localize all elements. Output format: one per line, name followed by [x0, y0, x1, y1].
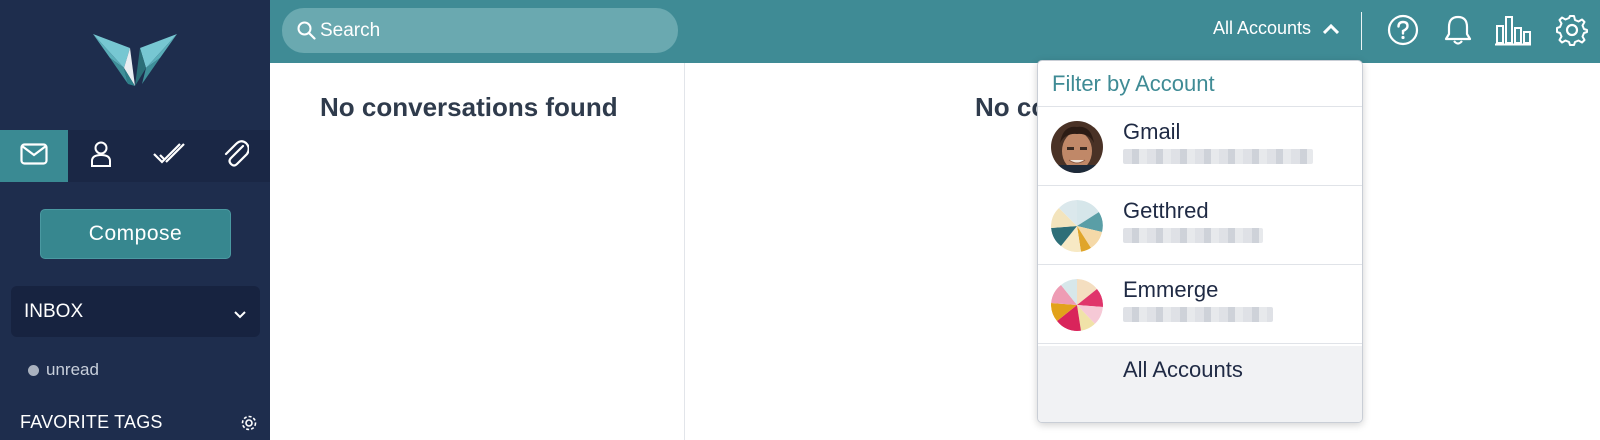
- avatar: [1051, 200, 1103, 252]
- butterfly-logo-icon: [90, 28, 180, 92]
- dropdown-title: Filter by Account: [1038, 61, 1362, 107]
- account-filter-label: All Accounts: [1213, 18, 1312, 38]
- checkmark-icon: [152, 142, 186, 171]
- conversation-list-pane: No conversations found: [270, 63, 685, 440]
- bell-icon: [1443, 14, 1473, 51]
- help-icon: [1387, 14, 1419, 51]
- nav-tasks[interactable]: [135, 130, 203, 182]
- settings-button[interactable]: [1555, 14, 1589, 51]
- empty-state-title: No conversations found: [320, 92, 618, 122]
- compose-button[interactable]: Compose: [40, 209, 231, 259]
- account-filter-dropdown: Filter by Account Gmail Getthred Emmerge…: [1037, 60, 1363, 423]
- person-icon: [90, 141, 112, 172]
- account-name: Gmail: [1123, 119, 1181, 144]
- account-email-redacted: [1123, 149, 1313, 164]
- account-email-redacted: [1123, 307, 1273, 322]
- all-accounts-label: All Accounts: [1123, 357, 1243, 382]
- account-name: Emmerge: [1123, 277, 1219, 302]
- avatar: [1051, 121, 1103, 173]
- favorite-tags-heading: FAVORITE TAGS: [20, 412, 163, 432]
- top-bar: Search All Accounts: [270, 0, 1600, 63]
- search-input[interactable]: Search: [282, 8, 678, 53]
- account-name: Getthred: [1123, 198, 1209, 223]
- app-window: Compose INBOX unread FAVORITE TAGS Searc…: [0, 0, 1600, 440]
- account-filter-toggle[interactable]: All Accounts: [1213, 18, 1340, 39]
- topbar-divider: [1361, 12, 1362, 50]
- account-email-redacted: [1123, 228, 1263, 243]
- analytics-icon: [1494, 14, 1532, 51]
- tag-unread[interactable]: unread: [28, 360, 99, 380]
- nav-contacts[interactable]: [68, 130, 136, 182]
- sidebar: Compose INBOX unread FAVORITE TAGS: [0, 0, 270, 440]
- account-option-all[interactable]: All Accounts: [1038, 346, 1362, 422]
- favorite-tags-gear-icon[interactable]: [240, 414, 258, 437]
- chevron-up-icon: [1323, 18, 1340, 39]
- folder-label: INBOX: [24, 300, 84, 322]
- nav-attachments[interactable]: [203, 130, 271, 182]
- folder-selector[interactable]: INBOX: [11, 286, 260, 337]
- avatar: [1051, 279, 1103, 331]
- analytics-button[interactable]: [1494, 14, 1532, 51]
- paperclip-icon: [223, 139, 251, 173]
- tag-dot-icon: [28, 364, 39, 376]
- help-button[interactable]: [1386, 14, 1420, 51]
- nav-mail[interactable]: [0, 130, 68, 182]
- search-icon: [297, 21, 316, 46]
- tag-label: unread: [46, 360, 99, 379]
- mail-icon: [20, 142, 48, 170]
- account-option-emmerge[interactable]: Emmerge: [1038, 265, 1362, 344]
- account-option-gmail[interactable]: Gmail: [1038, 107, 1362, 186]
- gear-icon: [1556, 14, 1588, 51]
- chevron-down-icon: [234, 303, 246, 325]
- search-placeholder: Search: [320, 19, 381, 41]
- notifications-button[interactable]: [1441, 15, 1475, 49]
- sidebar-nav: [0, 130, 270, 182]
- account-option-getthred[interactable]: Getthred: [1038, 186, 1362, 265]
